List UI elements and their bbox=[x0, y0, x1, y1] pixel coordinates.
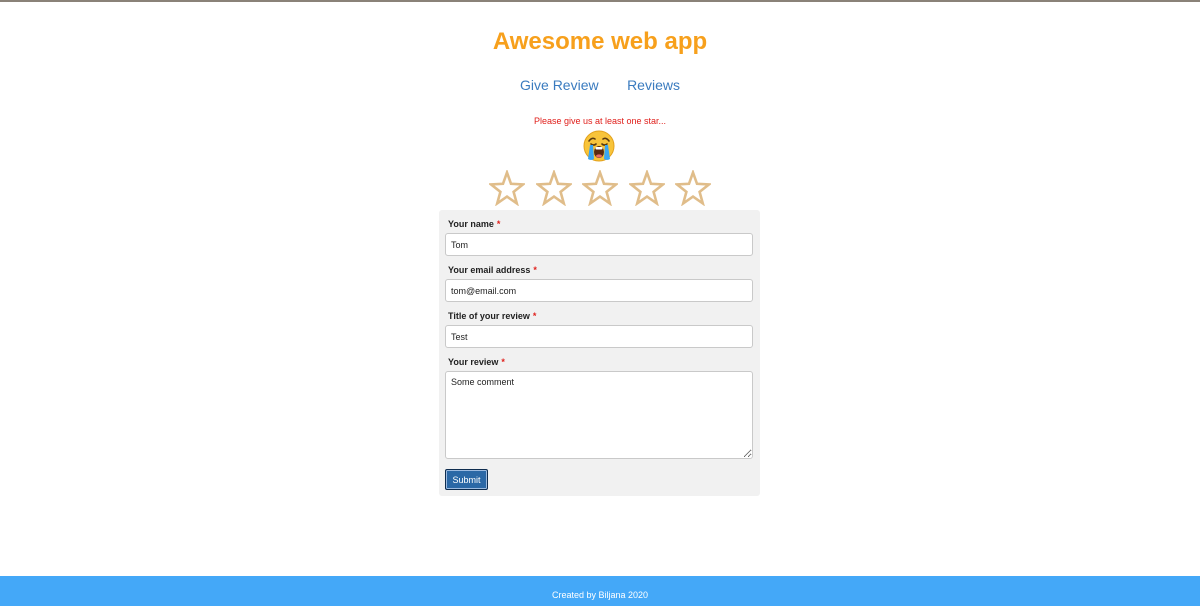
submit-button[interactable]: Submit bbox=[445, 469, 488, 490]
review-text-required-mark: * bbox=[501, 357, 505, 367]
name-label-text: Your name bbox=[448, 219, 494, 229]
review-title-required-mark: * bbox=[532, 311, 537, 321]
review-title-label: Title of your review * bbox=[448, 310, 536, 322]
app-title: Awesome web app bbox=[492, 28, 708, 55]
star-2-icon[interactable] bbox=[535, 170, 572, 206]
footer: Created by Biljana 2020 bbox=[0, 576, 1200, 606]
star-4-icon[interactable] bbox=[628, 170, 665, 206]
email-input[interactable] bbox=[445, 279, 753, 302]
star-5-icon[interactable] bbox=[675, 170, 711, 206]
main-nav: Give Review Reviews bbox=[0, 76, 1200, 95]
email-label: Your email address * bbox=[448, 264, 537, 276]
review-title-input[interactable] bbox=[445, 325, 753, 348]
email-required-mark: * bbox=[533, 265, 537, 275]
footer-credit-text: Created by Biljana 2020 bbox=[551, 590, 649, 600]
nav-give-review-link[interactable]: Give Review bbox=[520, 76, 599, 94]
review-title-label-text: Title of your review bbox=[448, 311, 530, 321]
name-input[interactable] bbox=[445, 233, 753, 256]
nav-reviews-link[interactable]: Reviews bbox=[627, 76, 680, 94]
review-text-label-text: Your review bbox=[448, 357, 499, 367]
star-rating bbox=[489, 170, 711, 206]
crying-face-icon bbox=[583, 130, 615, 162]
rating-warning-text: Please give us at least one star... bbox=[533, 116, 667, 126]
name-required-mark: * bbox=[496, 219, 501, 229]
star-3-icon[interactable] bbox=[582, 170, 618, 206]
review-text-label: Your review * bbox=[448, 356, 505, 368]
review-form: Your name* Your email address* Title of … bbox=[439, 210, 760, 496]
name-label: Your name * bbox=[448, 218, 500, 230]
star-1-icon[interactable] bbox=[489, 170, 525, 206]
email-label-text: Your email address bbox=[448, 265, 531, 275]
review-textarea[interactable]: Some comment bbox=[445, 371, 753, 459]
top-border bbox=[0, 0, 1200, 2]
